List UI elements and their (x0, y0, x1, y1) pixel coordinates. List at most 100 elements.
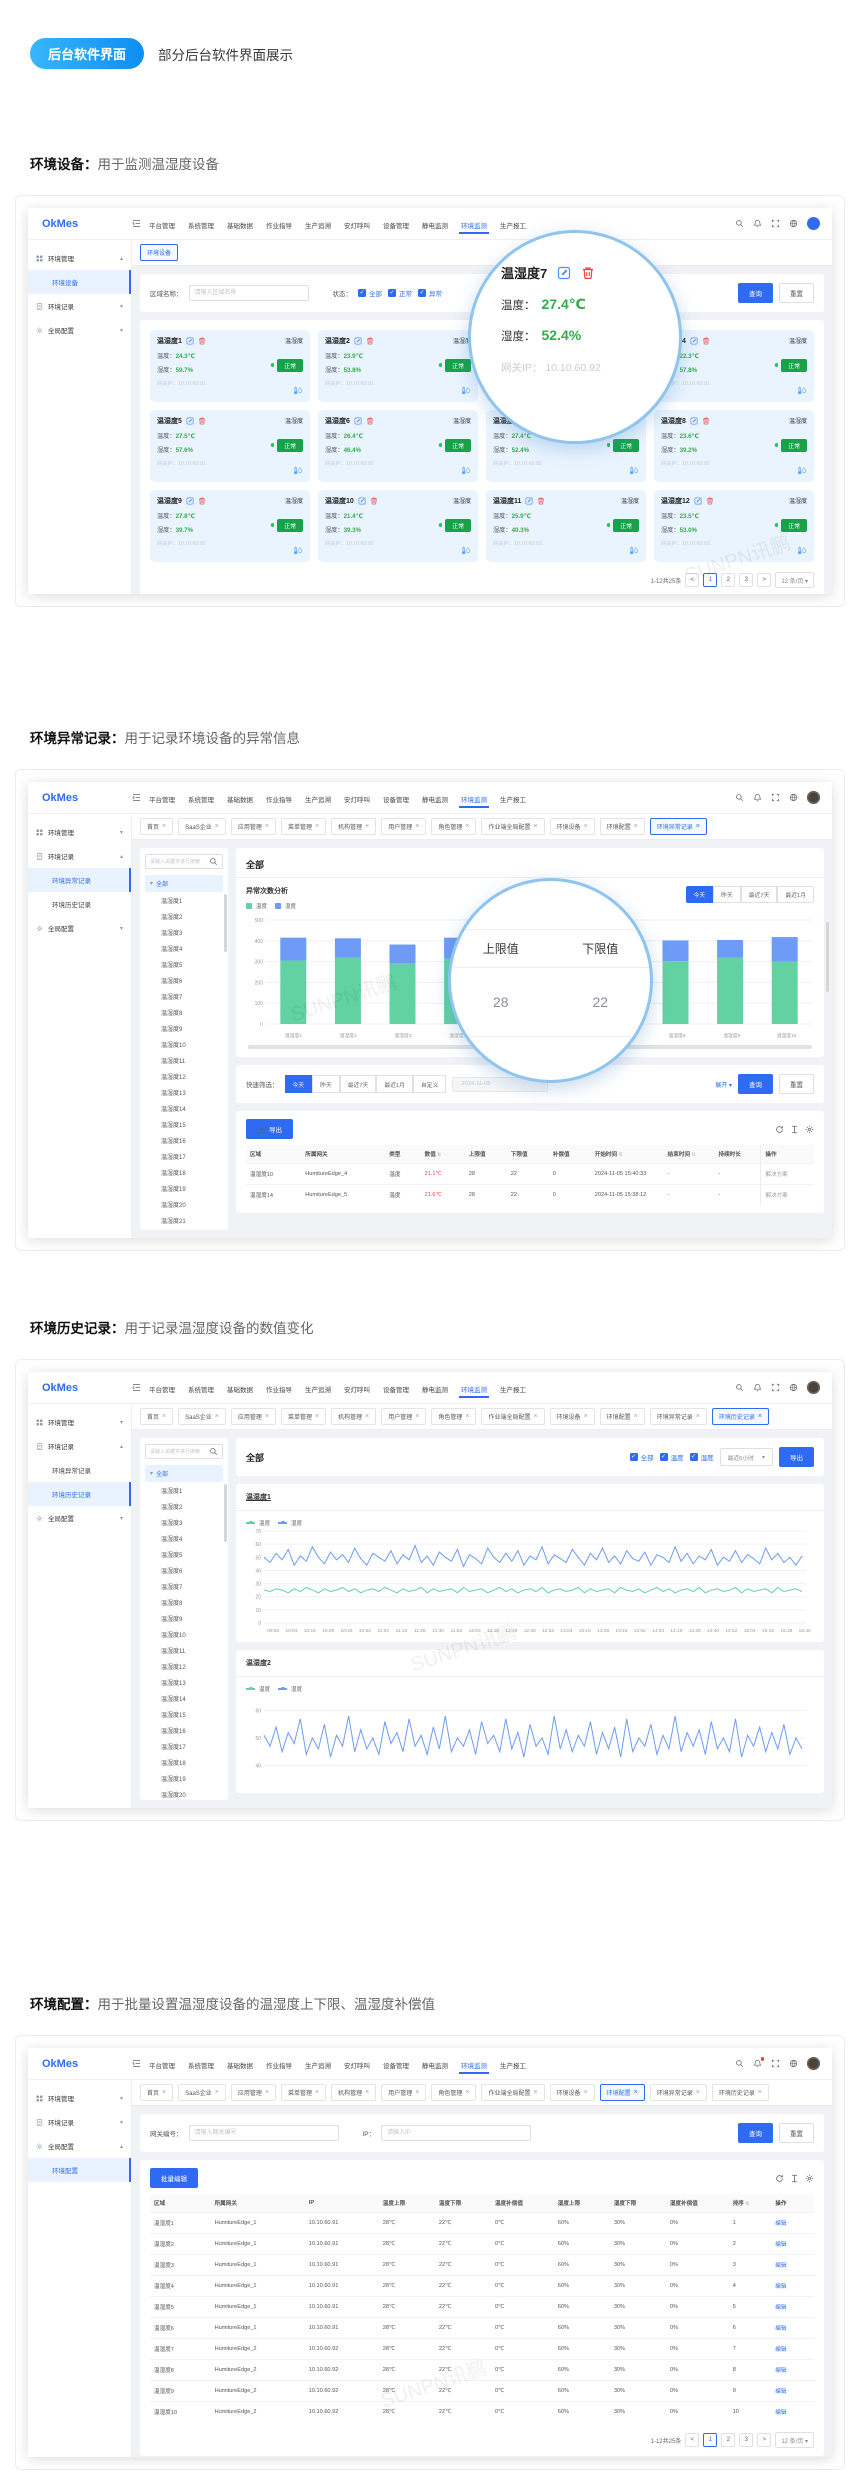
tree-item[interactable]: 温湿度6 (145, 972, 223, 988)
tab[interactable]: 用户管理× (381, 2084, 426, 2101)
column-height-icon[interactable] (790, 2174, 799, 2183)
tab[interactable]: 作业端全局配置× (481, 2084, 544, 2101)
tab[interactable]: 菜单管理× (281, 818, 326, 835)
tree-scrollbar[interactable] (224, 1484, 227, 1542)
top-nav-item[interactable]: 生产报工 (500, 784, 526, 812)
row-action[interactable]: 编辑 (771, 2339, 814, 2360)
sidebar-group[interactable]: 环境记录▴ (28, 1434, 131, 1458)
column-header[interactable]: 排序 ⇅ (729, 2194, 772, 2213)
tab[interactable]: 环境历史记录× (712, 2084, 769, 2101)
top-nav-item[interactable]: 静电监测 (422, 1374, 448, 1402)
search-icon[interactable] (735, 2059, 744, 2068)
fullscreen-icon[interactable] (771, 2059, 780, 2068)
sidebar-group[interactable]: 全局配置▾ (28, 318, 131, 342)
tree-search-input[interactable]: 请输入关键字进行搜索 (145, 854, 223, 869)
tab[interactable]: 机构管理× (331, 1408, 376, 1425)
page-button[interactable]: 3 (739, 573, 753, 587)
tab[interactable]: 角色管理× (431, 1408, 476, 1425)
main-scrollbar[interactable] (826, 922, 829, 992)
expand-link[interactable]: 展开 ▾ (715, 1080, 732, 1089)
close-icon[interactable]: × (315, 2089, 319, 2096)
top-nav-item[interactable]: 作业指导 (266, 1374, 292, 1402)
top-nav-item[interactable]: 设备管理 (383, 210, 409, 238)
tree-item[interactable]: 温湿度11 (145, 1052, 223, 1068)
column-header[interactable]: 下限值 (507, 1145, 549, 1164)
tree-item[interactable]: 温湿度16 (145, 1722, 223, 1738)
close-icon[interactable]: × (465, 823, 469, 830)
page-button[interactable]: 1 (703, 2433, 717, 2447)
quick-filter-button[interactable]: 自定义 (413, 1075, 446, 1093)
top-nav-item[interactable]: 生产追溯 (305, 210, 331, 238)
tree-scrollbar[interactable] (224, 894, 227, 952)
checkbox[interactable]: ✓全部 (630, 1452, 654, 1462)
tree-item[interactable]: 温湿度18 (145, 1754, 223, 1770)
close-icon[interactable]: × (215, 1413, 219, 1420)
close-icon[interactable]: × (696, 1413, 700, 1420)
close-icon[interactable]: × (533, 1413, 537, 1420)
top-nav-item[interactable]: 系统管理 (188, 784, 214, 812)
top-nav-item[interactable]: 环境监测 (461, 784, 487, 812)
top-nav-item[interactable]: 基础数据 (227, 2050, 253, 2078)
top-nav-item[interactable]: 环境监测 (461, 1374, 487, 1402)
reset-button[interactable]: 重置 (779, 2123, 814, 2143)
column-header[interactable]: 所属网关 (301, 1145, 385, 1164)
close-icon[interactable]: × (584, 2089, 588, 2096)
close-icon[interactable]: × (584, 1413, 588, 1420)
tab[interactable]: 角色管理× (431, 2084, 476, 2101)
tree-item[interactable]: 温湿度8 (145, 1594, 223, 1610)
range-button[interactable]: 昨天 (713, 886, 741, 903)
quick-filter-button[interactable]: 今天 (285, 1075, 313, 1093)
column-header[interactable]: 湿度下限 (610, 2194, 666, 2213)
top-nav-item[interactable]: 平台管理 (149, 1374, 175, 1402)
close-icon[interactable]: × (584, 823, 588, 830)
top-nav-item[interactable]: 作业指导 (266, 784, 292, 812)
close-icon[interactable]: × (533, 823, 537, 830)
close-icon[interactable]: × (758, 1413, 762, 1420)
area-name-input[interactable] (189, 285, 309, 301)
checkbox[interactable]: ✓温度 (660, 1452, 684, 1462)
top-nav-item[interactable]: 平台管理 (149, 210, 175, 238)
tree-item[interactable]: 温湿度8 (145, 1004, 223, 1020)
quick-filter-button[interactable]: 最近7天 (340, 1075, 377, 1093)
avatar[interactable] (807, 1381, 820, 1394)
export-button[interactable]: 导出 (779, 1447, 814, 1467)
edit-icon[interactable] (186, 337, 194, 345)
close-icon[interactable]: × (415, 1413, 419, 1420)
tree-item[interactable]: 温湿度4 (145, 940, 223, 956)
tree-item[interactable]: 温湿度12 (145, 1658, 223, 1674)
top-nav-item[interactable]: 平台管理 (149, 2050, 175, 2078)
tree-item[interactable]: 温湿度19 (145, 1180, 223, 1196)
close-icon[interactable]: × (365, 2089, 369, 2096)
close-icon[interactable]: × (634, 2089, 638, 2096)
device-card[interactable]: 温湿度5温度：27.5℃湿度：57.6%网关IP：10.10.60.91温湿度正… (150, 410, 310, 482)
tab[interactable]: 应用管理× (231, 2084, 276, 2101)
top-nav-item[interactable]: 生产追溯 (305, 784, 331, 812)
tree-item[interactable]: 温湿度17 (145, 1148, 223, 1164)
close-icon[interactable]: × (265, 823, 269, 830)
delete-icon[interactable] (198, 497, 206, 505)
checkbox[interactable]: ✓湿度 (690, 1452, 714, 1462)
next-page-button[interactable]: > (757, 573, 771, 587)
bell-icon[interactable] (753, 793, 762, 802)
delete-icon[interactable] (706, 497, 714, 505)
gateway-input[interactable] (189, 2125, 339, 2141)
column-header[interactable]: 温度补偿值 (491, 2194, 554, 2213)
tab[interactable]: 角色管理× (431, 818, 476, 835)
language-icon[interactable] (789, 793, 798, 802)
column-header[interactable]: IP (305, 2194, 379, 2213)
query-button[interactable]: 查询 (738, 283, 773, 303)
tree-item[interactable]: 温湿度13 (145, 1674, 223, 1690)
row-action[interactable]: 解决方案 (761, 1185, 814, 1206)
tab[interactable]: 环境设备× (550, 2084, 595, 2101)
tree-item[interactable]: 温湿度18 (145, 1164, 223, 1180)
tab[interactable]: 菜单管理× (281, 1408, 326, 1425)
tree-item[interactable]: 温湿度6 (145, 1562, 223, 1578)
language-icon[interactable] (789, 2059, 798, 2068)
sidebar-item[interactable]: 环境异常记录 (28, 1458, 131, 1482)
column-header[interactable]: 所属网关 (211, 2194, 305, 2213)
export-button[interactable]: 导出 (246, 1119, 293, 1139)
row-action[interactable]: 编辑 (771, 2360, 814, 2381)
checkbox[interactable]: ✓异常 (418, 288, 442, 298)
tree-item[interactable]: 温湿度3 (145, 924, 223, 940)
settings-icon[interactable] (805, 1125, 814, 1134)
